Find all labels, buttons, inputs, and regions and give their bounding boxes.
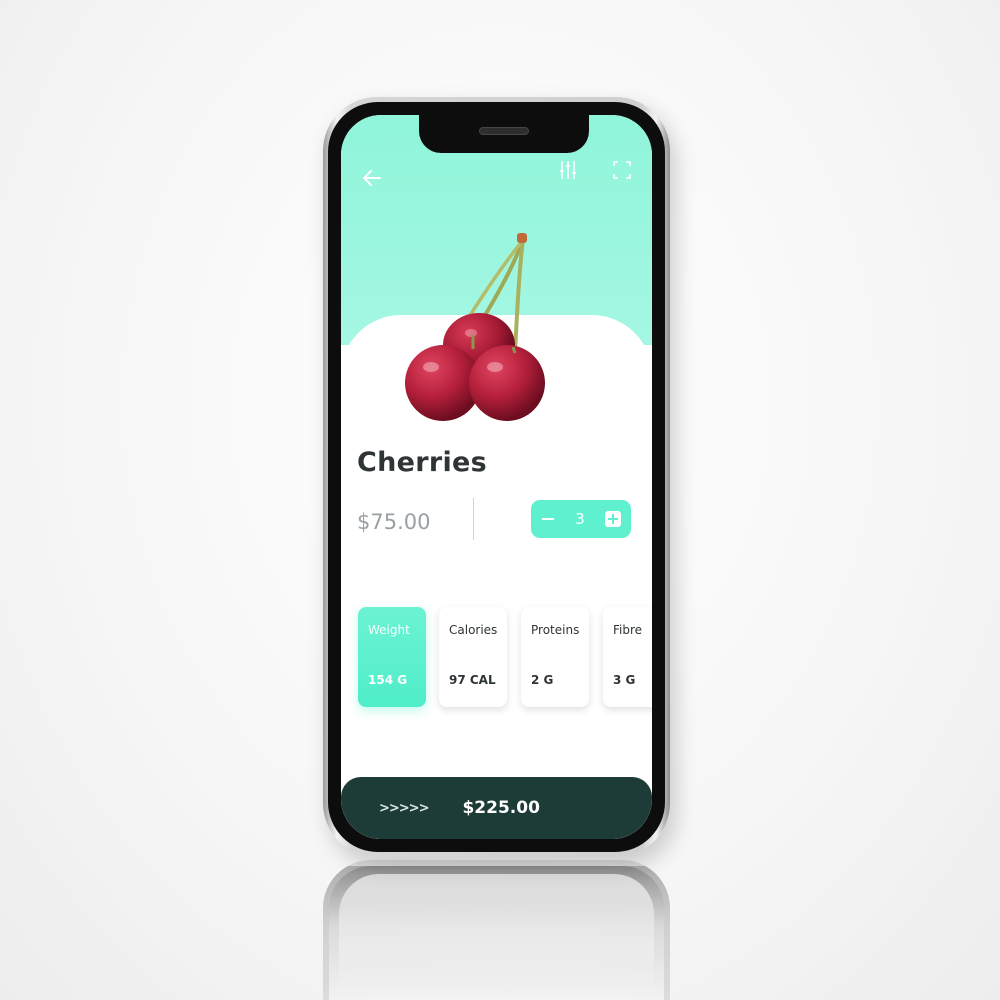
product-title: Cherries (357, 447, 488, 478)
chevrons-right-icon: >>>>> (379, 800, 429, 816)
nutrition-label: Weight (368, 623, 410, 637)
nutrition-card-proteins[interactable]: Proteins 2 G (521, 607, 589, 707)
nutrition-value: 2 G (531, 673, 554, 687)
nutrition-card-fibre[interactable]: Fibre 3 G (603, 607, 652, 707)
arrow-left-icon (363, 170, 381, 186)
nutrition-value: 3 G (613, 673, 636, 687)
nutrition-label: Calories (449, 623, 498, 637)
sliders-icon (560, 161, 576, 179)
nutrition-value: 154 G (368, 673, 408, 687)
nutrition-card-calories[interactable]: Calories 97 CAL (439, 607, 507, 707)
scan-frame-icon (613, 161, 631, 179)
total-price: $225.00 (462, 798, 540, 818)
increase-quantity-button[interactable] (604, 511, 621, 527)
price-divider (473, 498, 474, 540)
phone-frame: Cherries $75.00 3 Weight 154 G Calories … (323, 97, 670, 857)
phone-reflection (323, 860, 670, 1000)
scan-button[interactable] (607, 155, 637, 185)
minus-icon (542, 518, 554, 520)
checkout-button[interactable]: >>>>> $225.00 (341, 777, 652, 839)
nutrition-label: Fibre (613, 623, 643, 637)
phone-reflection-inner (339, 874, 654, 1000)
back-button[interactable] (357, 163, 387, 193)
app-screen: Cherries $75.00 3 Weight 154 G Calories … (341, 115, 652, 839)
quantity-stepper: 3 (531, 500, 631, 538)
filter-button[interactable] (553, 155, 583, 185)
nutrition-value: 97 CAL (449, 673, 496, 687)
nutrition-label: Proteins (531, 623, 580, 637)
nutrition-card-weight[interactable]: Weight 154 G (358, 607, 426, 707)
decrease-quantity-button[interactable] (541, 512, 555, 526)
speaker-grille (479, 127, 529, 135)
phone-notch (419, 115, 589, 153)
unit-price: $75.00 (357, 510, 431, 534)
cherries-image (405, 233, 545, 421)
quantity-value: 3 (575, 510, 585, 528)
phone-bezel: Cherries $75.00 3 Weight 154 G Calories … (328, 102, 665, 852)
nutrition-cards: Weight 154 G Calories 97 CAL Proteins 2 … (358, 607, 652, 717)
